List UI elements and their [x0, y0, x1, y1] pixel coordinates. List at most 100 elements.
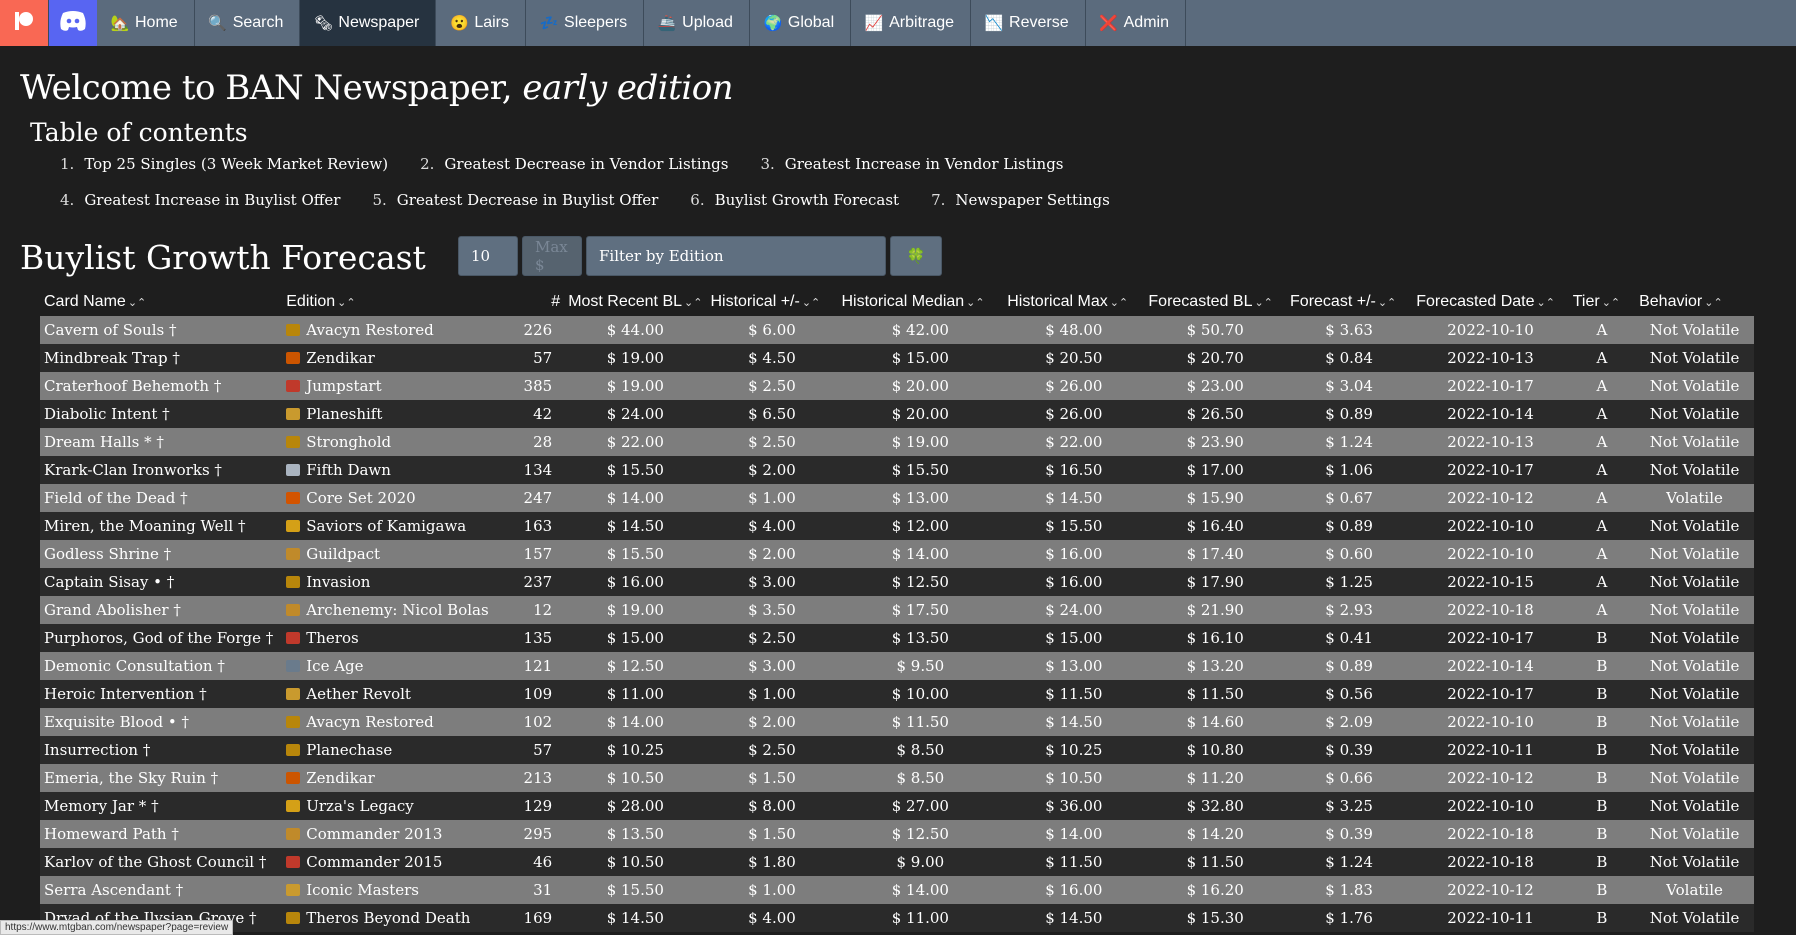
filter-button[interactable]: 🍀 [890, 236, 942, 276]
column-header[interactable]: Forecasted Date ⌄⌃ [1412, 288, 1569, 316]
nav-global[interactable]: 🌍 Global [750, 0, 852, 46]
card-name-link[interactable]: Purphoros, God of the Forge † [40, 624, 283, 652]
edition-cell[interactable]: Archenemy: Nicol Bolas [282, 596, 517, 624]
card-name-link[interactable]: Krark-Clan Ironworks † [40, 456, 283, 484]
sort-icon[interactable]: ⌄⌃ [1704, 297, 1722, 309]
toc-link[interactable]: 1. Top 25 Singles (3 Week Market Review) [60, 155, 388, 173]
sort-icon[interactable]: ⌄⌃ [684, 297, 702, 309]
set-symbol-icon [286, 436, 301, 448]
cell-text: Planeshift [306, 405, 383, 423]
edition-cell[interactable]: Planechase [282, 736, 517, 764]
card-name-link[interactable]: Serra Ascendant † [40, 876, 283, 904]
column-header[interactable]: Forecasted BL ⌄⌃ [1144, 288, 1286, 316]
value-cell: $ 17.50 [837, 596, 1004, 624]
column-header[interactable]: # [517, 288, 565, 316]
card-name-link[interactable]: Karlov of the Ghost Council † [40, 848, 283, 876]
edition-cell[interactable]: Avacyn Restored [282, 708, 517, 736]
card-name-link[interactable]: Godless Shrine † [40, 540, 283, 568]
edition-cell[interactable]: Core Set 2020 [282, 484, 517, 512]
column-header[interactable]: Historical +/- ⌄⌃ [706, 288, 837, 316]
card-name-link[interactable]: Heroic Intervention † [40, 680, 283, 708]
column-header[interactable]: Historical Max ⌄⌃ [1003, 288, 1144, 316]
value-cell: $ 2.09 [1286, 708, 1413, 736]
newspaper-icon: 🗞 [313, 15, 333, 32]
card-name-link[interactable]: Memory Jar * † [40, 792, 283, 820]
edition-cell[interactable]: Urza's Legacy [282, 792, 517, 820]
value-cell: $ 10.25 [564, 736, 707, 764]
card-name-link[interactable]: Captain Sisay • † [40, 568, 283, 596]
edition-cell[interactable]: Avacyn Restored [282, 316, 517, 344]
sort-icon[interactable]: ⌄⌃ [802, 297, 820, 309]
edition-cell[interactable]: Stronghold [282, 428, 517, 456]
edition-cell[interactable]: Iconic Masters [282, 876, 517, 904]
sort-icon[interactable]: ⌄⌃ [1537, 297, 1555, 309]
card-name-link[interactable]: Field of the Dead † [40, 484, 283, 512]
edition-cell[interactable]: Ice Age [282, 652, 517, 680]
toc-link[interactable]: 2. Greatest Decrease in Vendor Listings [420, 155, 728, 173]
nav-admin[interactable]: ❌ Admin [1086, 0, 1186, 46]
nav-lairs[interactable]: 😮 Lairs [436, 0, 527, 46]
edition-cell[interactable]: Invasion [282, 568, 517, 596]
edition-filter-input[interactable]: Filter by Edition [586, 236, 886, 276]
card-name-link[interactable]: Cavern of Souls † [40, 316, 283, 344]
edition-cell[interactable]: Saviors of Kamigawa [282, 512, 517, 540]
card-name-link[interactable]: Craterhoof Behemoth † [40, 372, 283, 400]
edition-cell[interactable]: Theros Beyond Death [282, 904, 517, 932]
edition-cell[interactable]: Commander 2015 [282, 848, 517, 876]
column-header[interactable]: Behavior ⌄⌃ [1635, 288, 1754, 316]
sort-icon[interactable]: ⌄⌃ [128, 297, 146, 309]
discord-link[interactable] [48, 0, 97, 46]
sort-icon[interactable]: ⌄⌃ [1254, 297, 1272, 309]
column-header[interactable]: Forecast +/- ⌄⌃ [1286, 288, 1412, 316]
edition-cell[interactable]: Zendikar [282, 344, 517, 372]
edition-cell[interactable]: Jumpstart [282, 372, 517, 400]
toc-link[interactable]: 6. Buylist Growth Forecast [690, 191, 899, 209]
card-name-link[interactable]: Miren, the Moaning Well † [40, 512, 283, 540]
toc-link[interactable]: 4. Greatest Increase in Buylist Offer [60, 191, 340, 209]
toc-link[interactable]: 7. Newspaper Settings [931, 191, 1110, 209]
nav-arbitrage[interactable]: 📈 Arbitrage [851, 0, 972, 46]
card-name-link[interactable]: Dream Halls * † [40, 428, 283, 456]
card-name-link[interactable]: Grand Abolisher † [40, 596, 283, 624]
card-name-link[interactable]: Homeward Path † [40, 820, 283, 848]
edition-cell[interactable]: Fifth Dawn [282, 456, 517, 484]
edition-cell[interactable]: Aether Revolt [282, 680, 517, 708]
card-name-link[interactable]: Mindbreak Trap † [40, 344, 283, 372]
edition-cell[interactable]: Guildpact [282, 540, 517, 568]
edition-cell[interactable]: Planeshift [282, 400, 517, 428]
card-name-link[interactable]: Exquisite Blood • † [40, 708, 283, 736]
edition-cell[interactable]: Zendikar [282, 764, 517, 792]
column-header[interactable]: Historical Median ⌄⌃ [837, 288, 1003, 316]
toc-link[interactable]: 5. Greatest Decrease in Buylist Offer [372, 191, 658, 209]
nav-search[interactable]: 🔍 Search [195, 0, 301, 46]
cell-text: 129 [523, 797, 553, 815]
patreon-link[interactable] [0, 0, 48, 46]
cell-text: 163 [523, 517, 553, 535]
column-header[interactable]: Tier ⌄⌃ [1569, 288, 1635, 316]
value-cell: 2022-10-12 [1412, 876, 1569, 904]
sort-icon[interactable]: ⌄⌃ [1602, 297, 1620, 309]
edition-cell[interactable]: Commander 2013 [282, 820, 517, 848]
card-name-link[interactable]: Demonic Consultation † [40, 652, 283, 680]
card-name-link[interactable]: Emeria, the Sky Ruin † [40, 764, 283, 792]
card-name-link[interactable]: Insurrection † [40, 736, 283, 764]
value-cell: $ 3.25 [1286, 792, 1413, 820]
nav-sleepers[interactable]: 💤 Sleepers [526, 0, 645, 46]
column-header[interactable]: Edition ⌄⌃ [282, 288, 516, 316]
nav-upload[interactable]: 🚢 Upload [644, 0, 750, 46]
max-price-input[interactable]: Max $ [522, 236, 582, 276]
column-header[interactable]: Card Name ⌄⌃ [40, 288, 282, 316]
value-cell: B [1568, 736, 1636, 764]
toc-link[interactable]: 3. Greatest Increase in Vendor Listings [760, 155, 1063, 173]
nav-newspaper[interactable]: 🗞 Newspaper [300, 0, 437, 46]
min-price-input[interactable]: 10 [458, 236, 518, 276]
sort-icon[interactable]: ⌄⌃ [1378, 297, 1396, 309]
column-header[interactable]: Most Recent BL ⌄⌃ [564, 288, 706, 316]
sort-icon[interactable]: ⌄⌃ [966, 297, 984, 309]
sort-icon[interactable]: ⌄⌃ [337, 297, 355, 309]
nav-home[interactable]: 🏡 Home [97, 0, 195, 46]
edition-cell[interactable]: Theros [282, 624, 517, 652]
nav-reverse[interactable]: 📉 Reverse [971, 0, 1086, 46]
card-name-link[interactable]: Diabolic Intent † [40, 400, 283, 428]
sort-icon[interactable]: ⌄⌃ [1110, 297, 1128, 309]
